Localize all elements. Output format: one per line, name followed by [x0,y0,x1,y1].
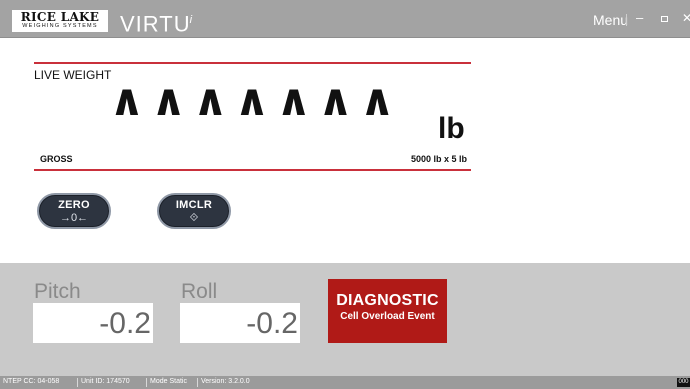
status-bar: NTEP CC: 04-058 Unit ID: 174570 Mode Sta… [0,376,690,389]
virtui-logo-text: VIRTU [120,11,191,37]
pitch-value-box: -0.2 [33,303,153,343]
status-version: Version: 3.2.0.0 [201,378,250,385]
status-tag: 000 [677,378,690,387]
rice-lake-logo-text: RICE LAKE [20,10,100,24]
titlebar-divider [626,14,627,26]
rice-lake-logo-subtext: WEIGHING SYSTEMS [22,23,98,29]
status-unit-id: Unit ID: 174570 [81,378,130,385]
zero-icon: →0← [59,212,89,224]
gross-mode-label: GROSS [40,154,73,164]
imclr-button[interactable]: IMCLR ⟐ [157,193,231,229]
weight-unit: lb [438,112,465,145]
diagnostic-button[interactable]: DIAGNOSTIC Cell Overload Event [328,279,447,343]
pitch-value: -0.2 [99,307,151,340]
close-icon[interactable]: ✕ [682,11,690,25]
virtui-logo: VIRTUi [120,7,193,37]
status-ntep: NTEP CC: 04-058 [3,378,60,385]
diagnostic-message: Cell Overload Event [340,311,435,322]
weight-display: LIVE WEIGHT ∧∧∧∧∧∧∧ lb GROSS 5000 lb x 5… [34,60,471,174]
status-divider [197,378,198,387]
virtui-app-window: RICE LAKE WEIGHING SYSTEMS VIRTUi Menu –… [0,0,690,389]
virtui-logo-mark: i [189,14,194,26]
live-weight-label: LIVE WEIGHT [34,68,112,82]
imclr-button-label: IMCLR [175,199,213,211]
maximize-icon[interactable] [661,16,668,22]
weight-top-divider [34,62,471,64]
pitch-label: Pitch [34,280,81,303]
menu-button[interactable]: Menu [593,12,628,28]
status-divider [146,378,147,387]
tilt-panel: Pitch -0.2 Roll -0.2 DIAGNOSTIC Cell Ove… [0,263,690,376]
capacity-label: 5000 lb x 5 lb [410,154,467,164]
rice-lake-logo: RICE LAKE WEIGHING SYSTEMS [12,10,108,32]
roll-value: -0.2 [246,307,298,340]
roll-label: Roll [181,280,218,303]
weight-bottom-divider [34,169,471,171]
weight-value: ∧∧∧∧∧∧∧ [109,76,402,125]
diagnostic-title: DIAGNOSTIC [336,292,439,309]
zero-button[interactable]: ZERO →0← [37,193,111,229]
status-mode: Mode Static [150,378,187,385]
title-bar: RICE LAKE WEIGHING SYSTEMS VIRTUi Menu –… [0,0,690,38]
minimize-icon[interactable]: – [636,10,643,26]
imclr-icon: ⟐ [189,212,199,224]
status-divider [77,378,78,387]
zero-button-label: ZERO [58,199,90,211]
roll-value-box: -0.2 [180,303,300,343]
